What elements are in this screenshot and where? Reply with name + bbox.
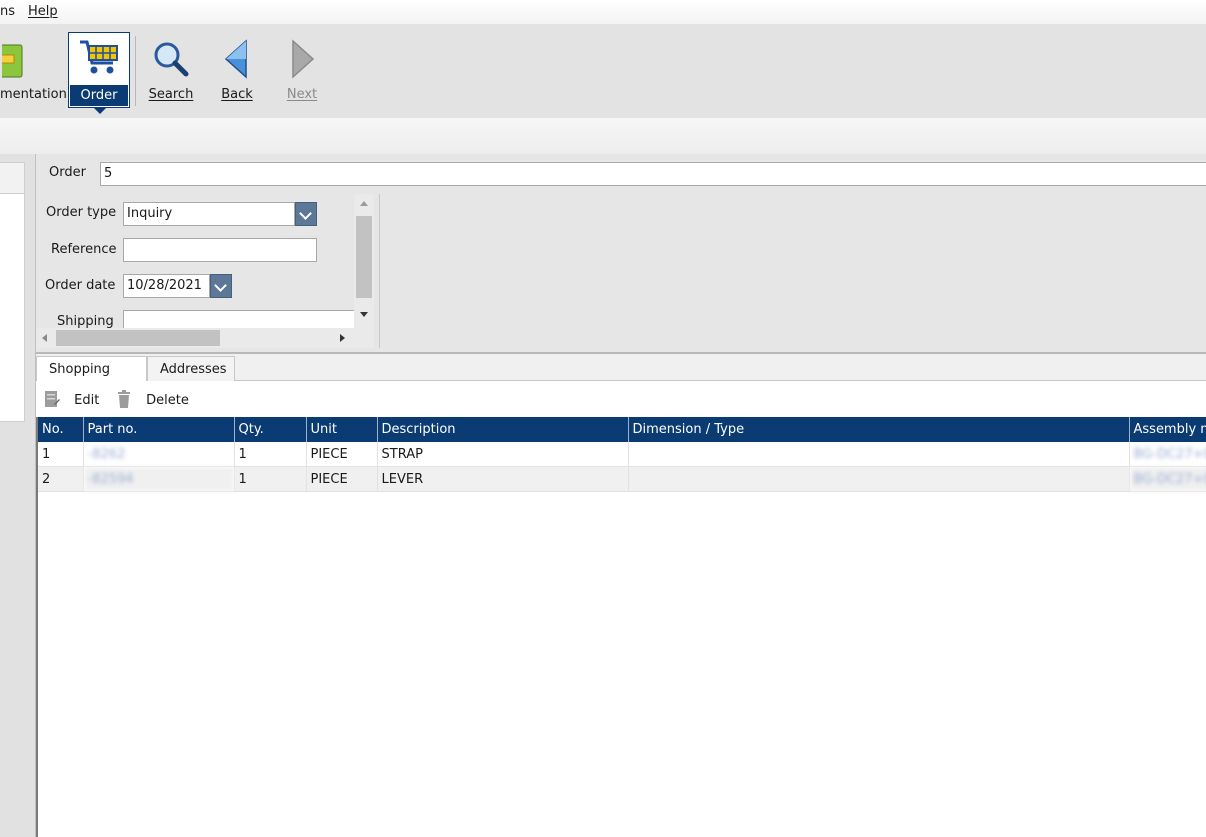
order-type-select[interactable]: Inquiry [123, 202, 295, 226]
order-type-dropdown-icon[interactable] [295, 202, 317, 226]
reference-label: Reference [51, 242, 117, 257]
horizontal-scroll-thumb[interactable] [56, 330, 220, 346]
documentation-button[interactable]: mentation [0, 33, 67, 115]
grid-toolbar: Edit Delete [36, 381, 1206, 417]
forward-arrow-icon [292, 39, 315, 79]
order-date-label: Order date [45, 278, 116, 293]
order-type-label: Order type [46, 205, 117, 220]
menu-item-help[interactable]: Help [28, 4, 58, 19]
column-header-unit[interactable]: Unit [306, 417, 378, 442]
shopping-cart-table: No. Part no. Qty. Unit Description Dimen… [38, 417, 1206, 492]
back-label: Back [221, 87, 253, 102]
column-header-description[interactable]: Description [377, 417, 629, 442]
delete-button[interactable]: Delete [116, 390, 189, 408]
cell-assembly-no: BG-DC27+0 [1129, 442, 1206, 467]
date-picker-icon[interactable] [210, 274, 232, 298]
delete-label: Delete [146, 393, 189, 408]
table-row[interactable]: 2 -82594 1 PIECE LEVER BG-DC27+0 [38, 466, 1206, 492]
cell-unit: PIECE [306, 442, 378, 467]
trash-icon [118, 390, 130, 408]
back-arrow-icon [224, 39, 247, 79]
left-panel-header [0, 163, 24, 194]
order-date-field[interactable]: 10/28/2021 [123, 274, 210, 298]
cell-unit: PIECE [306, 466, 378, 492]
left-panel-list[interactable] [0, 162, 25, 422]
search-label: Search [148, 87, 194, 102]
edit-icon [45, 391, 60, 407]
scroll-left-icon[interactable] [42, 334, 47, 342]
header-fields-panel: Order type Inquiry Reference Order date … [36, 194, 379, 348]
scroll-down-icon[interactable] [360, 312, 368, 317]
edit-button[interactable]: Edit [44, 390, 99, 408]
horizontal-scrollbar[interactable] [36, 328, 354, 348]
table-row[interactable]: 1 -8262 1 PIECE STRAP BG-DC27+0 [38, 442, 1206, 467]
tab-addresses[interactable]: Addresses [147, 356, 235, 381]
cell-description: STRAP [377, 442, 629, 467]
column-header-dimension-type[interactable]: Dimension / Type [628, 417, 1130, 442]
order-label: Order [70, 85, 128, 106]
toolbar-separator [135, 36, 136, 106]
cell-qty: 1 [234, 466, 307, 492]
scroll-right-icon[interactable] [340, 334, 345, 342]
cell-assembly-no: BG-DC27+0 [1129, 466, 1206, 492]
cell-part-no: -82594 [83, 466, 235, 492]
scroll-up-icon[interactable] [360, 201, 368, 206]
vertical-scrollbar[interactable] [354, 194, 374, 348]
order-number-field[interactable]: 5 [100, 162, 1206, 186]
cell-qty: 1 [234, 442, 307, 467]
next-button[interactable]: Next [277, 33, 327, 115]
order-form: Order 5 Order type Inquiry Reference Ord… [36, 154, 1206, 352]
edit-label: Edit [74, 393, 100, 408]
shopping-cart-grid: No. Part no. Qty. Unit Description Dimen… [36, 417, 1206, 837]
cell-no: 1 [38, 442, 84, 467]
vertical-scroll-thumb[interactable] [356, 216, 372, 298]
documentation-label: mentation [0, 87, 67, 102]
search-button[interactable]: Search [145, 33, 197, 115]
form-bottom-border [36, 352, 1206, 354]
column-header-no[interactable]: No. [38, 417, 84, 442]
cell-no: 2 [38, 466, 84, 492]
column-header-qty[interactable]: Qty. [234, 417, 307, 442]
cell-part-no: -8262 [83, 442, 235, 467]
shipping-label: Shipping [57, 314, 114, 329]
tab-shopping-cart[interactable]: Shopping cart [36, 356, 147, 402]
reference-field[interactable] [123, 238, 317, 262]
next-label: Next [286, 87, 318, 102]
back-button[interactable]: Back [212, 33, 262, 115]
cell-description: LEVER [377, 466, 629, 492]
order-label: Order [49, 165, 86, 180]
secondary-bar [0, 118, 1206, 155]
menu-item-options[interactable]: ns [0, 4, 15, 19]
shopping-cart-icon [80, 40, 118, 74]
cell-dimension [628, 442, 1130, 467]
order-button[interactable]: Order [68, 32, 130, 114]
column-header-assembly-no[interactable]: Assembly no [1129, 417, 1206, 442]
book-icon [2, 44, 23, 78]
table-header-row: No. Part no. Qty. Unit Description Dimen… [38, 417, 1206, 442]
main-toolbar: mentation Order Search Back Next [0, 24, 1206, 118]
search-icon [154, 42, 189, 77]
active-indicator [93, 107, 107, 114]
panel-divider [379, 194, 380, 348]
cell-dimension [628, 466, 1130, 492]
menu-bar: ns Help [0, 0, 1206, 24]
column-header-part-no[interactable]: Part no. [83, 417, 235, 442]
